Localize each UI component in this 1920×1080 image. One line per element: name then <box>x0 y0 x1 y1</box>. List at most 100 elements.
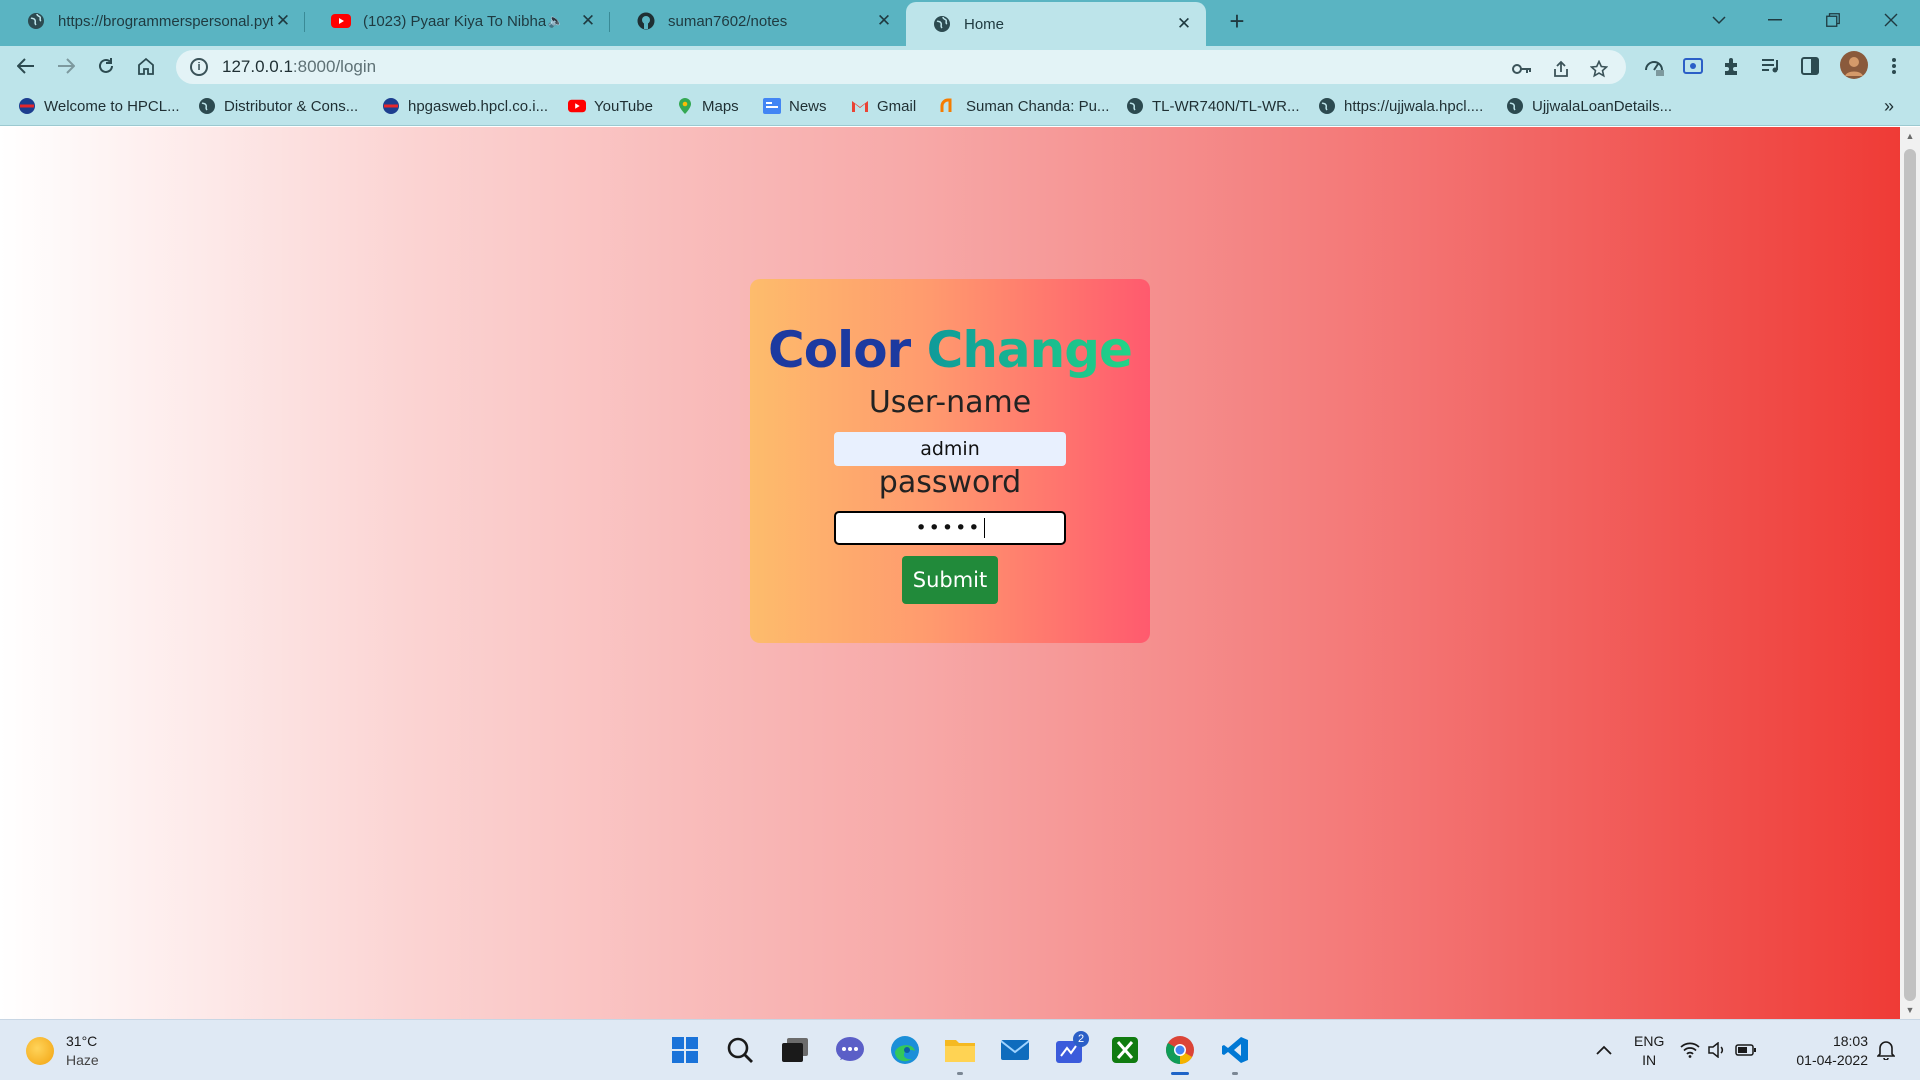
bookmark-hpcl[interactable]: Welcome to HPCL... <box>18 95 180 117</box>
bookmark-label: Suman Chanda: Pu... <box>966 97 1110 115</box>
search-icon[interactable] <box>719 1029 761 1071</box>
scroll-up-icon[interactable]: ▲ <box>1905 131 1915 141</box>
bookmark-label: hpgasweb.hpcl.co.i... <box>408 97 549 115</box>
reload-icon[interactable] <box>90 50 122 82</box>
start-icon[interactable] <box>664 1029 706 1071</box>
password-label: password <box>878 465 1022 500</box>
password-input[interactable]: ••••• <box>834 511 1066 545</box>
system-clock[interactable]: 18:03 01-04-2022 <box>1786 1032 1868 1070</box>
globe-icon <box>26 11 46 31</box>
url-path: :8000/login <box>292 57 377 76</box>
bookmarks-bar: Welcome to HPCL... Distributor & Cons...… <box>0 86 1920 126</box>
bookmark-label: UjjwalaLoanDetails... <box>1532 97 1673 115</box>
news-icon <box>763 97 781 115</box>
globe-icon <box>1506 97 1524 115</box>
task-view-icon[interactable] <box>774 1029 816 1071</box>
bookmarks-overflow-button[interactable]: » <box>1884 95 1894 117</box>
tab-github[interactable]: suman7602/notes ✕ <box>610 0 906 42</box>
tab-title: Home <box>964 15 1005 33</box>
weather-haze-icon <box>26 1037 54 1065</box>
home-icon[interactable] <box>130 50 162 82</box>
vscode-icon[interactable] <box>1214 1029 1256 1075</box>
language-indicator[interactable]: ENG IN <box>1634 1032 1664 1070</box>
close-icon[interactable]: ✕ <box>874 11 894 31</box>
bookmark-distributor[interactable]: Distributor & Cons... <box>198 95 358 117</box>
site-info-icon[interactable]: i <box>190 58 208 76</box>
wifi-icon[interactable] <box>1676 1029 1704 1071</box>
tab-home[interactable]: Home ✕ <box>906 2 1206 46</box>
globe-icon <box>932 14 952 34</box>
mail-icon[interactable] <box>994 1029 1036 1071</box>
youtube-icon <box>331 11 351 31</box>
submit-button[interactable]: Submit <box>902 556 998 604</box>
profile-avatar[interactable] <box>1840 51 1868 79</box>
address-bar[interactable]: i 127.0.0.1:8000/login <box>176 50 1626 84</box>
bookmark-label: YouTube <box>594 97 653 115</box>
chrome-icon[interactable] <box>1159 1029 1201 1075</box>
bookmark-star-icon[interactable] <box>1588 58 1610 80</box>
mute-icon[interactable]: 🔈 <box>546 13 566 29</box>
bookmark-suman-chanda[interactable]: Suman Chanda: Pu... <box>940 95 1109 117</box>
maps-icon <box>676 97 694 115</box>
performance-icon[interactable] <box>1642 54 1666 78</box>
extensions-icon[interactable] <box>1720 54 1744 78</box>
page-title: Color Change <box>750 321 1150 379</box>
screen-capture-icon[interactable] <box>1681 54 1705 78</box>
key-icon[interactable] <box>1511 58 1533 80</box>
file-explorer-icon[interactable] <box>939 1029 981 1075</box>
bookmark-youtube[interactable]: YouTube <box>568 95 653 117</box>
edge-icon[interactable] <box>884 1029 926 1071</box>
media-control-icon[interactable] <box>1759 54 1783 78</box>
username-input[interactable]: admin <box>834 432 1066 466</box>
notification-badge: 2 <box>1073 1031 1089 1047</box>
bookmark-tplink[interactable]: TL-WR740N/TL-WR... <box>1126 95 1300 117</box>
hpcl-icon <box>382 97 400 115</box>
minimize-icon[interactable] <box>1748 0 1802 40</box>
clock-time: 18:03 <box>1832 1033 1868 1049</box>
xbox-icon[interactable] <box>1104 1029 1146 1071</box>
bookmark-hpgasweb[interactable]: hpgasweb.hpcl.co.i... <box>382 95 548 117</box>
hpcl-icon <box>18 97 36 115</box>
globe-icon <box>1318 97 1336 115</box>
battery-icon[interactable] <box>1732 1029 1760 1071</box>
share-icon[interactable] <box>1550 58 1572 80</box>
scrollbar-thumb[interactable] <box>1904 149 1916 1001</box>
notifications-icon[interactable] <box>1872 1029 1900 1071</box>
side-panel-icon[interactable] <box>1798 54 1822 78</box>
tab-youtube[interactable]: (1023) Pyaar Kiya To Nibhana 🔈 ✕ <box>305 0 610 42</box>
page-background: Color Change User-name admin password ••… <box>0 127 1900 1019</box>
weather-widget[interactable]: 31°C Haze <box>26 1032 99 1070</box>
close-icon[interactable]: ✕ <box>273 11 293 31</box>
forward-icon[interactable] <box>50 50 82 82</box>
page-scrollbar[interactable]: ▲ ▼ <box>1900 127 1920 1019</box>
bookmark-label: TL-WR740N/TL-WR... <box>1152 97 1300 115</box>
close-icon[interactable]: ✕ <box>578 11 598 31</box>
bookmark-ujjwala-loan[interactable]: UjjwalaLoanDetails... <box>1506 95 1672 117</box>
region-code: IN <box>1642 1052 1657 1068</box>
new-tab-button[interactable]: + <box>1222 7 1252 37</box>
browser-menu-icon[interactable] <box>1882 54 1906 78</box>
whiteboard-icon[interactable]: 2 <box>1049 1029 1091 1071</box>
scroll-down-icon[interactable]: ▼ <box>1905 1005 1915 1015</box>
globe-icon <box>1126 97 1144 115</box>
tab-brogrammers[interactable]: https://brogrammerspersonal.pythonanywhe… <box>0 0 305 42</box>
bookmark-gmail[interactable]: Gmail <box>851 95 916 117</box>
clock-date: 01-04-2022 <box>1796 1052 1868 1068</box>
youtube-icon <box>568 97 586 115</box>
bookmark-maps[interactable]: Maps <box>676 95 739 117</box>
tab-search-icon[interactable] <box>1692 0 1746 40</box>
window-close-icon[interactable] <box>1864 0 1918 40</box>
back-icon[interactable] <box>10 50 42 82</box>
close-icon[interactable]: ✕ <box>1174 14 1194 34</box>
show-hidden-icons-icon[interactable] <box>1583 1029 1625 1071</box>
gmail-icon <box>851 97 869 115</box>
teams-chat-icon[interactable] <box>829 1029 871 1071</box>
title-word-color: Color <box>768 321 911 379</box>
bookmark-label: Welcome to HPCL... <box>44 97 180 115</box>
bookmark-news[interactable]: News <box>763 95 827 117</box>
volume-icon[interactable] <box>1704 1029 1732 1071</box>
restore-icon[interactable] <box>1806 0 1860 40</box>
login-card: Color Change User-name admin password ••… <box>750 279 1150 643</box>
bookmark-ujjwala[interactable]: https://ujjwala.hpcl.... <box>1318 95 1483 117</box>
windows-taskbar: 31°C Haze 2 ENG IN 18:03 01-04-2022 <box>0 1019 1920 1080</box>
